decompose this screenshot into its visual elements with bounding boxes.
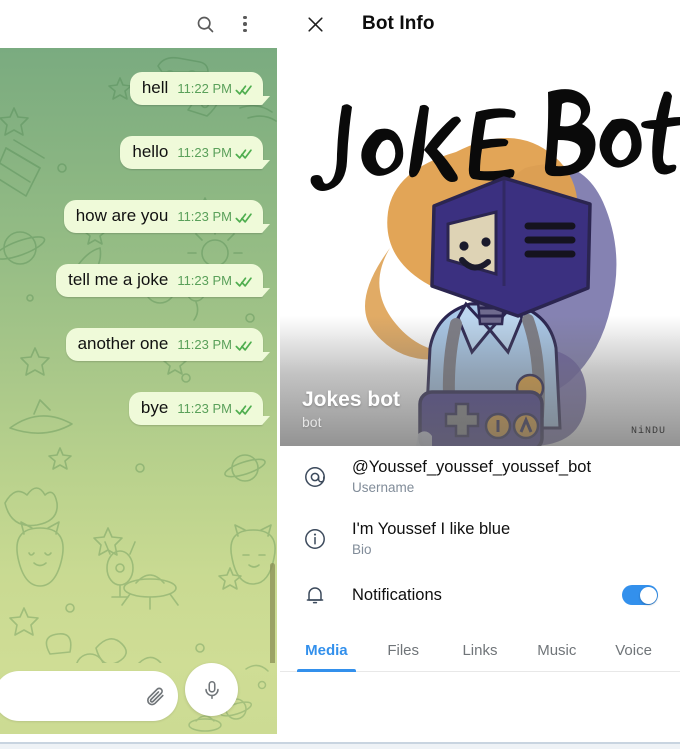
artwork-watermark: NiNDU bbox=[630, 426, 666, 437]
message-read-ticks-icon bbox=[235, 83, 253, 95]
tab-media[interactable]: Media bbox=[288, 628, 365, 672]
microphone-icon bbox=[201, 679, 223, 701]
message-time: 11:23 PM bbox=[177, 337, 232, 352]
message-bubble[interactable]: tell me a joke 11:23 PM bbox=[56, 264, 270, 297]
message-meta: 11:23 PM bbox=[177, 337, 253, 352]
message-meta: 11:23 PM bbox=[177, 273, 253, 288]
message-bubble[interactable]: bye 11:23 PM bbox=[128, 392, 271, 425]
message-meta: 11:23 PM bbox=[177, 145, 253, 160]
chat-scrollbar[interactable] bbox=[270, 563, 275, 663]
bot-cover-photo[interactable]: Jokes bot bot NiNDU bbox=[280, 48, 680, 446]
bot-display-name: Jokes bot bbox=[302, 388, 401, 411]
message-read-ticks-icon bbox=[235, 339, 253, 351]
message-input[interactable] bbox=[8, 671, 132, 723]
tab-music[interactable]: Music bbox=[518, 628, 595, 671]
message-time: 11:23 PM bbox=[177, 145, 232, 160]
message-text: hello bbox=[132, 142, 169, 161]
overflow-menu-icon[interactable] bbox=[225, 4, 265, 44]
message-text: another one bbox=[77, 334, 169, 353]
bot-status-subtitle: bot bbox=[302, 414, 322, 430]
message-row: bye 11:23 PM bbox=[10, 392, 271, 425]
message-meta: 11:23 PM bbox=[177, 209, 253, 224]
chat-panel: hell 11:22 PM hello 11:23 PM how are you 11:2… bbox=[0, 0, 277, 734]
info-row-username[interactable]: @Youssef_youssef_youssef_bot Username bbox=[280, 446, 680, 508]
media-tabs: Media Files Links Music Voice bbox=[280, 628, 680, 672]
message-row: hello 11:23 PM bbox=[10, 136, 270, 169]
message-meta: 11:23 PM bbox=[177, 401, 253, 416]
telegram-window: hell 11:22 PM hello 11:23 PM how are you 11:2… bbox=[0, 0, 680, 749]
message-bubble[interactable]: how are you 11:23 PM bbox=[63, 200, 271, 233]
message-row: how are you 11:23 PM bbox=[10, 200, 271, 233]
voice-record-button[interactable] bbox=[185, 663, 238, 716]
notifications-label: Notifications bbox=[352, 585, 442, 604]
tab-voice[interactable]: Voice bbox=[595, 628, 672, 671]
message-row: hell 11:22 PM bbox=[10, 72, 271, 105]
notifications-toggle[interactable] bbox=[622, 585, 658, 605]
message-row: another one 11:23 PM bbox=[10, 328, 271, 361]
tab-links[interactable]: Links bbox=[442, 628, 519, 671]
username-value: @Youssef_youssef_youssef_bot bbox=[352, 458, 592, 476]
chat-message-list[interactable]: hell 11:22 PM hello 11:23 PM how are you 11:2… bbox=[0, 48, 277, 663]
message-bubble[interactable]: hell 11:22 PM bbox=[129, 72, 271, 105]
bot-info-panel: Bot Info Jokes bot bot NiNDU @Youssef_yo… bbox=[280, 0, 680, 734]
message-text: bye bbox=[140, 398, 169, 417]
at-sign-icon bbox=[302, 464, 328, 490]
message-time: 11:23 PM bbox=[177, 209, 232, 224]
bot-info-header: Bot Info bbox=[280, 0, 680, 48]
bio-label: Bio bbox=[352, 542, 372, 557]
messages-container: hell 11:22 PM hello 11:23 PM how are you 11:2… bbox=[0, 48, 277, 466]
message-text: hell bbox=[141, 78, 169, 97]
message-input-container[interactable] bbox=[0, 671, 178, 723]
message-time: 11:22 PM bbox=[177, 81, 232, 96]
bio-value: I'm Youssef I like blue bbox=[352, 520, 511, 538]
message-row: tell me a joke 11:23 PM bbox=[10, 264, 270, 297]
bell-icon bbox=[302, 582, 328, 608]
message-bubble[interactable]: hello 11:23 PM bbox=[120, 136, 270, 169]
paperclip-icon[interactable] bbox=[144, 685, 166, 707]
search-icon[interactable] bbox=[185, 4, 225, 44]
message-time: 11:23 PM bbox=[177, 273, 232, 288]
message-read-ticks-icon bbox=[235, 403, 253, 415]
toggle-knob bbox=[639, 586, 657, 604]
message-read-ticks-icon bbox=[235, 275, 253, 287]
username-label: Username bbox=[352, 480, 415, 495]
message-text: how are you bbox=[75, 206, 169, 225]
message-read-ticks-icon bbox=[235, 147, 253, 159]
info-row-bio[interactable]: I'm Youssef I like blue Bio bbox=[280, 508, 680, 570]
message-text: tell me a joke bbox=[68, 270, 169, 289]
page-title: Bot Info bbox=[362, 13, 435, 34]
chat-header bbox=[0, 0, 277, 48]
info-circle-icon bbox=[302, 526, 328, 552]
window-bottom-shadow bbox=[0, 744, 680, 749]
message-time: 11:23 PM bbox=[177, 401, 232, 416]
message-read-ticks-icon bbox=[235, 211, 253, 223]
close-icon[interactable] bbox=[302, 11, 328, 37]
message-meta: 11:22 PM bbox=[177, 81, 253, 96]
info-row-notifications[interactable]: Notifications bbox=[280, 570, 680, 620]
tab-files[interactable]: Files bbox=[365, 628, 442, 671]
cover-name-block: Jokes bot bot bbox=[302, 387, 400, 432]
message-bubble[interactable]: another one 11:23 PM bbox=[65, 328, 271, 361]
